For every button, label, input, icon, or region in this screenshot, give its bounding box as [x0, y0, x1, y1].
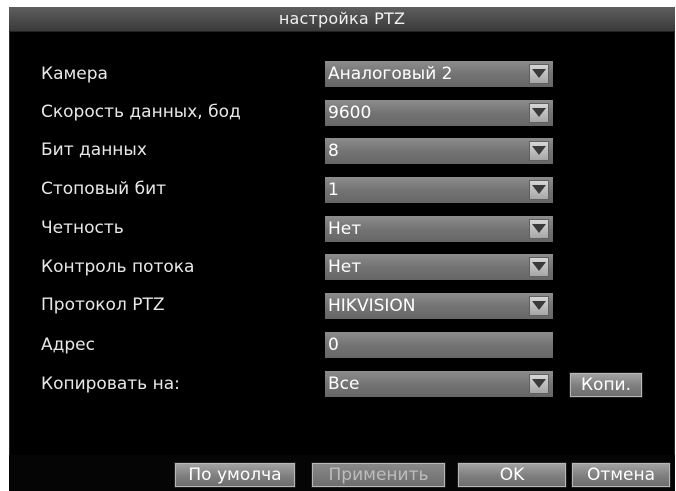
address-label: Адрес [41, 335, 95, 355]
baud-rate-value: 9600 [328, 103, 372, 123]
ptz-protocol-select[interactable]: HIKVISION [325, 293, 553, 319]
ptz-settings-dialog: настройка PTZ Камера Аналоговый 2 Скорос… [9, 7, 675, 491]
default-button[interactable]: По умолча [175, 463, 295, 487]
parity-value: Нет [328, 219, 362, 239]
copy-to-value: Все [328, 374, 360, 394]
cancel-button[interactable]: Отмена [572, 463, 670, 487]
stop-bit-select[interactable]: 1 [325, 177, 553, 203]
copy-button[interactable]: Копи. [570, 373, 642, 397]
parity-label: Четность [41, 218, 124, 238]
parity-select[interactable]: Нет [325, 216, 553, 242]
dialog-title: настройка PTZ [278, 9, 406, 28]
ptz-protocol-label: Протокол PTZ [41, 295, 165, 315]
camera-label: Камера [41, 64, 108, 84]
data-bits-label: Бит данных [41, 140, 147, 160]
ptz-protocol-value: HIKVISION [328, 296, 416, 316]
chevron-down-icon[interactable] [529, 374, 549, 394]
apply-button[interactable]: Применить [312, 463, 445, 487]
stop-bit-value: 1 [328, 180, 339, 200]
baud-rate-label: Скорость данных, бод [41, 102, 241, 122]
camera-value: Аналоговый 2 [328, 64, 453, 84]
address-value: 0 [328, 335, 339, 355]
chevron-down-icon[interactable] [529, 257, 549, 277]
stop-bit-label: Стоповый бит [41, 179, 167, 199]
data-bits-select[interactable]: 8 [325, 138, 553, 164]
flow-control-label: Контроль потока [41, 257, 195, 277]
chevron-down-icon[interactable] [529, 180, 549, 200]
chevron-down-icon[interactable] [529, 296, 549, 316]
address-input[interactable]: 0 [325, 332, 553, 358]
copy-to-label: Копировать на: [41, 374, 180, 394]
chevron-down-icon[interactable] [529, 141, 549, 161]
baud-rate-select[interactable]: 9600 [325, 100, 553, 126]
chevron-down-icon[interactable] [529, 103, 549, 123]
chevron-down-icon[interactable] [529, 219, 549, 239]
flow-control-value: Нет [328, 257, 362, 277]
ok-button[interactable]: OK [458, 463, 566, 487]
dialog-titlebar: настройка PTZ [9, 7, 675, 32]
flow-control-select[interactable]: Нет [325, 254, 553, 280]
copy-to-select[interactable]: Все [325, 371, 553, 397]
camera-select[interactable]: Аналоговый 2 [325, 61, 553, 87]
data-bits-value: 8 [328, 141, 339, 161]
chevron-down-icon[interactable] [529, 64, 549, 84]
